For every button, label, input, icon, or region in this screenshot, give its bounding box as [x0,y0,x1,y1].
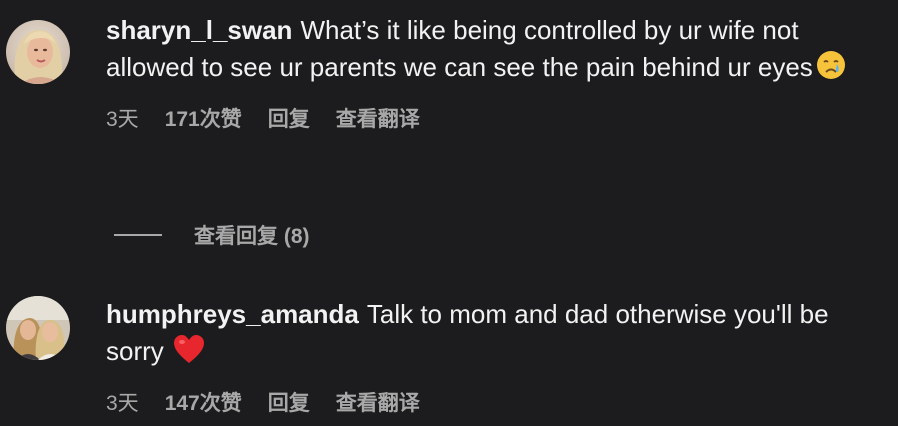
comment-text-block: sharyn_l_swan What’s it like being contro… [106,12,886,91]
comment-username[interactable]: humphreys_amanda [106,299,359,329]
avatar-photo [6,296,70,360]
comment-username[interactable]: sharyn_l_swan [106,15,292,45]
comment-text-block: humphreys_amanda Talk to mom and dad othe… [106,296,886,375]
crying-face-icon [815,49,847,91]
reply-button[interactable]: 回复 [268,103,310,133]
avatar[interactable] [6,296,70,360]
view-replies-button[interactable]: 查看回复 (8) [114,220,310,250]
comment-likes[interactable]: 171次赞 [165,103,242,133]
comment-meta: 3天 171次赞 回复 查看翻译 [106,103,886,133]
comment-time: 3天 [106,392,139,415]
translate-button[interactable]: 查看翻译 [336,103,420,133]
comment-likes[interactable]: 147次赞 [165,387,242,417]
red-heart-icon [173,335,205,375]
reply-button[interactable]: 回复 [268,387,310,417]
comment-meta: 3天 147次赞 回复 查看翻译 [106,387,886,417]
divider-line [114,234,162,236]
view-replies-label: 查看回复 (8) [194,225,310,248]
avatar[interactable] [6,20,70,84]
translate-button[interactable]: 查看翻译 [336,387,420,417]
avatar-photo [6,20,70,84]
comment-time: 3天 [106,108,139,131]
